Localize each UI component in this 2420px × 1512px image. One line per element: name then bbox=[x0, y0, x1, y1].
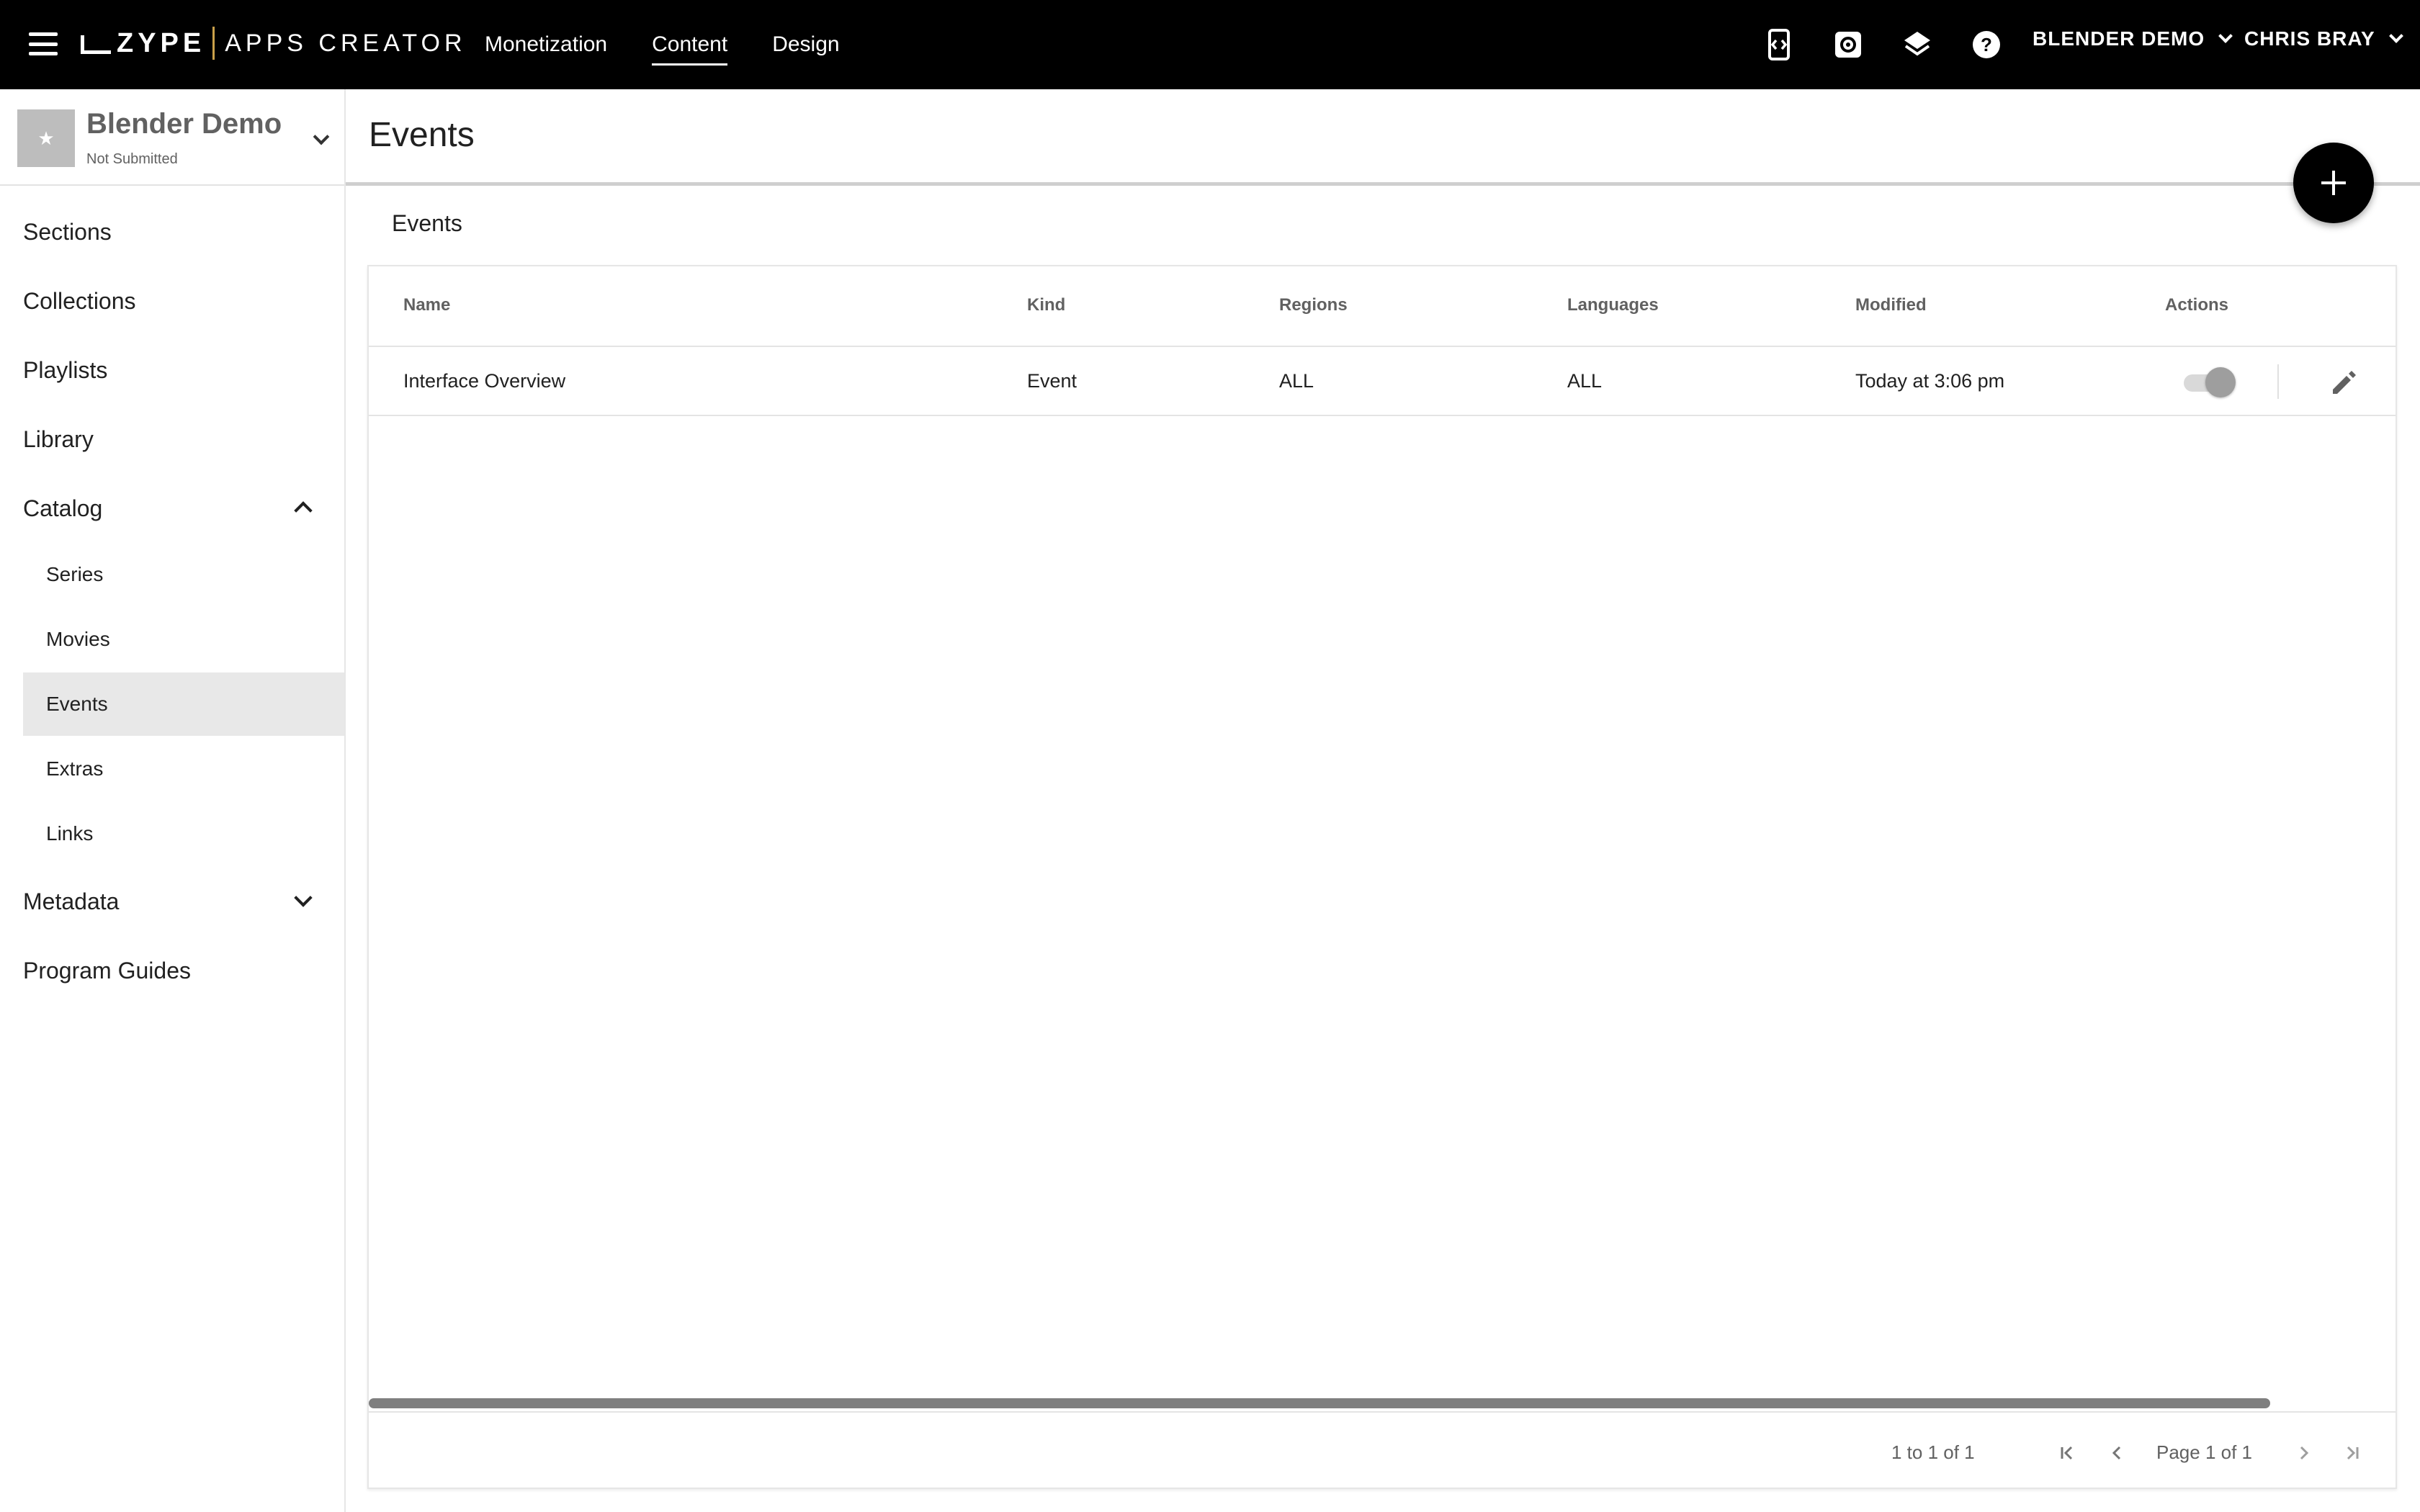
last-page-icon[interactable] bbox=[2336, 1437, 2368, 1469]
app-status: Not Submitted bbox=[86, 151, 178, 167]
app-selector[interactable]: ★ Blender Demo Not Submitted bbox=[0, 89, 344, 186]
column-header-actions: Actions bbox=[2165, 295, 2229, 315]
pagination-bar: 1 to 1 of 1 Page 1 of 1 bbox=[369, 1411, 2396, 1490]
logo-brand: ZYPE bbox=[117, 27, 206, 58]
previous-page-icon[interactable] bbox=[2102, 1437, 2133, 1469]
column-header-regions[interactable]: Regions bbox=[1279, 295, 1348, 315]
row-count-summary: 1 to 1 of 1 bbox=[1891, 1441, 1975, 1463]
sidebar: ★ Blender Demo Not Submitted Sections Co… bbox=[0, 89, 346, 1512]
topnav-design[interactable]: Design bbox=[772, 27, 839, 63]
sidebar-item-program-guides[interactable]: Program Guides bbox=[0, 939, 344, 1002]
plus-icon bbox=[2321, 171, 2346, 195]
settings-icon[interactable] bbox=[1825, 22, 1871, 68]
cell-languages: ALL bbox=[1567, 370, 1603, 392]
page-header: Events bbox=[346, 89, 2420, 186]
top-app-bar: ZYPE APPS CREATOR Monetization Content D… bbox=[0, 0, 2420, 89]
scrollbar-thumb[interactable] bbox=[369, 1398, 2270, 1408]
sidebar-item-catalog[interactable]: Catalog bbox=[0, 477, 344, 540]
chevron-up-icon bbox=[294, 501, 313, 520]
table-header: Name Kind Regions Languages Modified Act… bbox=[369, 266, 2396, 347]
top-icon-group: ? bbox=[1756, 22, 2009, 68]
layers-icon[interactable] bbox=[1894, 22, 1940, 68]
first-page-icon[interactable] bbox=[2051, 1437, 2083, 1469]
horizontal-scrollbar[interactable] bbox=[369, 1398, 2396, 1408]
chevron-down-icon bbox=[2388, 29, 2403, 43]
sidebar-item-label: Metadata bbox=[23, 888, 120, 914]
page-indicator: Page 1 of 1 bbox=[2156, 1441, 2252, 1463]
sidebar-item-label: Catalog bbox=[23, 495, 103, 521]
sidebar-item-collections[interactable]: Collections bbox=[0, 269, 344, 333]
pencil-icon bbox=[2333, 371, 2356, 394]
zype-logo[interactable]: ZYPE APPS CREATOR bbox=[81, 24, 467, 62]
add-event-button[interactable] bbox=[2293, 143, 2374, 223]
topnav-monetization[interactable]: Monetization bbox=[485, 27, 607, 63]
logo-product: APPS CREATOR bbox=[225, 29, 467, 57]
sidebar-item-extras[interactable]: Extras bbox=[23, 737, 344, 801]
column-header-languages[interactable]: Languages bbox=[1567, 295, 1659, 315]
menu-icon[interactable] bbox=[26, 29, 60, 59]
help-icon[interactable]: ? bbox=[1963, 22, 2009, 68]
app-name: Blender Demo bbox=[86, 108, 282, 140]
cell-kind: Event bbox=[1027, 370, 1077, 392]
chevron-down-icon bbox=[313, 128, 330, 145]
actions-divider bbox=[2277, 364, 2279, 399]
user-label: CHRIS BRAY bbox=[2244, 27, 2375, 50]
sidebar-item-metadata[interactable]: Metadata bbox=[0, 870, 344, 933]
svg-text:?: ? bbox=[1981, 34, 1992, 55]
user-dropdown[interactable]: CHRIS BRAY bbox=[2244, 27, 2403, 50]
sidebar-item-series[interactable]: Series bbox=[23, 543, 344, 606]
chevron-down-icon bbox=[2218, 29, 2233, 43]
sidebar-item-playlists[interactable]: Playlists bbox=[0, 338, 344, 402]
column-header-kind[interactable]: Kind bbox=[1027, 295, 1065, 315]
account-label: BLENDER DEMO bbox=[2033, 27, 2205, 50]
page-title: Events bbox=[369, 116, 475, 154]
logo-divider bbox=[212, 27, 215, 60]
sidebar-item-library[interactable]: Library bbox=[0, 408, 344, 471]
cell-name: Interface Overview bbox=[403, 370, 566, 392]
chevron-down-icon bbox=[294, 888, 313, 907]
column-header-modified[interactable]: Modified bbox=[1855, 295, 1927, 315]
topnav-content[interactable]: Content bbox=[652, 27, 728, 66]
logo-mark bbox=[81, 35, 111, 54]
app-preview-icon[interactable] bbox=[1756, 22, 1802, 68]
next-page-icon[interactable] bbox=[2287, 1437, 2319, 1469]
sidebar-item-movies[interactable]: Movies bbox=[23, 608, 344, 671]
events-table: Name Kind Regions Languages Modified Act… bbox=[367, 265, 2397, 1489]
sidebar-item-events[interactable]: Events bbox=[23, 672, 344, 736]
sidebar-item-sections[interactable]: Sections bbox=[0, 200, 344, 264]
app-thumbnail: ★ bbox=[17, 109, 75, 167]
cell-modified: Today at 3:06 pm bbox=[1855, 370, 2005, 392]
section-label: Events bbox=[392, 210, 462, 236]
column-header-name[interactable]: Name bbox=[403, 295, 450, 315]
cell-regions: ALL bbox=[1279, 370, 1314, 392]
account-dropdown[interactable]: BLENDER DEMO bbox=[2033, 27, 2233, 50]
toggle-knob bbox=[2205, 367, 2236, 397]
sidebar-item-links[interactable]: Links bbox=[23, 802, 344, 865]
edit-button[interactable] bbox=[2325, 363, 2362, 400]
top-nav: Monetization Content Design bbox=[485, 0, 840, 89]
enable-toggle[interactable] bbox=[2182, 366, 2237, 397]
table-row[interactable]: Interface Overview Event ALL ALL Today a… bbox=[369, 347, 2396, 416]
